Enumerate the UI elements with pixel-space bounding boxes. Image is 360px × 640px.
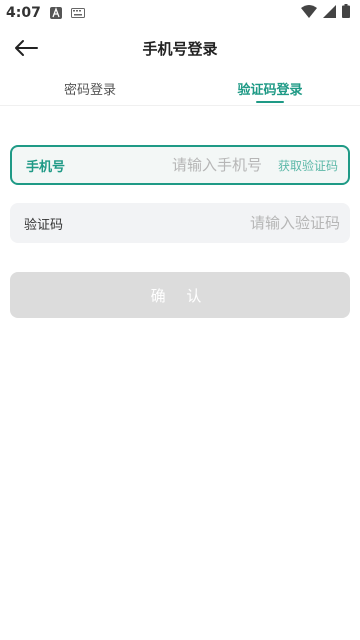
code-input[interactable] xyxy=(84,214,340,232)
tab-password-login[interactable]: 密码登录 xyxy=(0,72,180,105)
phone-input[interactable] xyxy=(67,156,262,174)
status-left: 4:07 xyxy=(6,5,85,21)
get-code-button[interactable]: 获取验证码 xyxy=(278,157,338,174)
arrow-left-icon xyxy=(15,40,38,56)
code-field[interactable]: 验证码 xyxy=(10,203,350,243)
phone-label: 手机号 xyxy=(26,159,66,175)
confirm-button[interactable]: 确 认 xyxy=(10,272,350,318)
tab-label: 验证码登录 xyxy=(237,83,303,98)
app-bar: 手机号登录 xyxy=(0,26,360,70)
tab-label: 密码登录 xyxy=(63,83,116,98)
status-time: 4:07 xyxy=(6,5,41,21)
tab-code-login[interactable]: 验证码登录 xyxy=(180,72,360,105)
app-a-icon xyxy=(49,7,63,19)
phone-field[interactable]: 手机号 获取验证码 xyxy=(10,145,350,185)
status-right xyxy=(301,4,350,22)
page-title: 手机号登录 xyxy=(142,39,218,58)
back-button[interactable] xyxy=(10,32,42,64)
wifi-icon xyxy=(301,4,317,22)
status-bar: 4:07 xyxy=(0,0,360,26)
keyboard-icon xyxy=(70,7,85,19)
code-label: 验证码 xyxy=(24,217,64,233)
login-tabs: 密码登录 验证码登录 xyxy=(0,72,360,106)
tab-indicator xyxy=(256,101,284,103)
battery-icon xyxy=(342,4,350,22)
signal-icon xyxy=(323,4,336,22)
